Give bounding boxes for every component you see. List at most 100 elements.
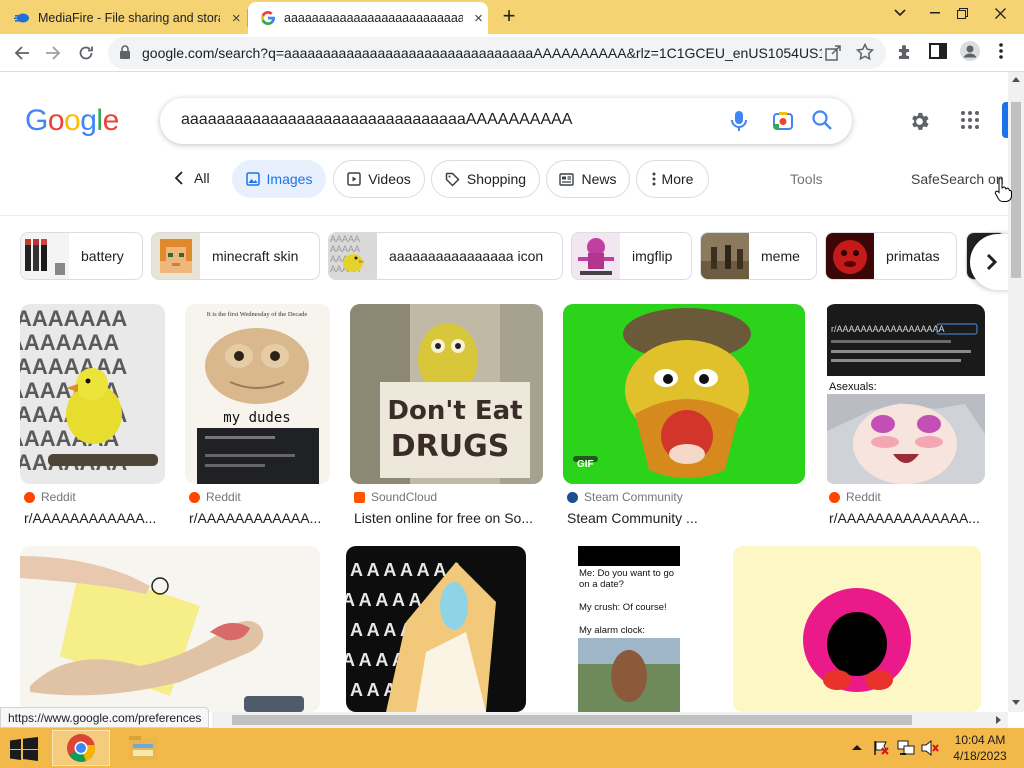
related-chip-imgflip[interactable]: imgflip xyxy=(571,232,692,280)
camera-lens-icon[interactable] xyxy=(771,109,795,133)
related-chip-label: battery xyxy=(81,248,124,264)
tab-all-label: All xyxy=(194,170,210,186)
taskbar-clock[interactable]: 10:04 AM 4/18/2023 xyxy=(948,732,1012,764)
maximize-button[interactable] xyxy=(945,0,979,26)
bookmark-star-icon[interactable] xyxy=(856,43,874,61)
settings-gear-icon[interactable] xyxy=(908,110,931,133)
lock-icon[interactable] xyxy=(119,45,131,60)
menu-kebab-icon[interactable] xyxy=(998,42,1004,60)
tab-google-search[interactable]: aaaaaaaaaaaaaaaaaaaaaaaaaaa × xyxy=(248,2,488,34)
microphone-icon[interactable] xyxy=(728,109,750,133)
related-chip-meme[interactable]: meme xyxy=(700,232,817,280)
action-center-flag-icon[interactable] xyxy=(873,740,889,756)
related-chip-battery[interactable]: battery xyxy=(20,232,143,280)
result-thumbnail-duck[interactable] xyxy=(563,304,805,484)
share-icon[interactable] xyxy=(824,44,842,62)
tools-button[interactable]: Tools xyxy=(790,171,823,187)
related-thumbnail xyxy=(826,233,874,279)
drugs-sign-line1: Don't Eat xyxy=(387,396,522,426)
browser-toolbar: google.com/search?q=aaaaaaaaaaaaaaaaaaaa… xyxy=(0,34,1024,72)
result-thumbnail-wolf[interactable]: A A A A A A AA A A A A A AA A A A A A AA… xyxy=(346,546,526,712)
apps-grid-icon[interactable] xyxy=(960,110,980,130)
header-divider xyxy=(0,215,1008,216)
related-chip-primatas[interactable]: primatas xyxy=(825,232,957,280)
search-input[interactable]: aaaaaaaaaaaaaaaaaaaaaaaaaaaaaaaaAAAAAAAA… xyxy=(181,111,572,129)
result-thumbnail-lizard[interactable] xyxy=(20,546,320,712)
address-bar[interactable]: google.com/search?q=aaaaaaaaaaaaaaaaaaaa… xyxy=(108,37,886,69)
result-thumbnail-canary[interactable]: AAAAAAAAAAAAAAAAAAAAA AAAAAAAAAAAAAAAAAA… xyxy=(20,304,165,484)
result-thumbnail-frog[interactable]: It is the first Wednesday of the Decade … xyxy=(185,304,330,484)
reload-button[interactable] xyxy=(71,38,101,68)
result-source[interactable]: Steam Community xyxy=(567,490,683,504)
clock-date: 4/18/2023 xyxy=(953,749,1007,763)
profile-avatar-icon[interactable] xyxy=(959,40,981,62)
soundcloud-icon xyxy=(354,491,365,503)
tab-shopping[interactable]: Shopping xyxy=(431,160,540,198)
meme-line2: on a date? xyxy=(579,579,624,590)
tab-videos-label: Videos xyxy=(368,171,411,187)
tab-search-button[interactable] xyxy=(883,0,917,26)
tab-videos[interactable]: Videos xyxy=(333,160,425,198)
result-source[interactable]: Reddit xyxy=(24,490,76,504)
chevron-down-icon xyxy=(894,9,906,17)
volume-muted-icon[interactable] xyxy=(921,740,939,756)
scroll-right-icon[interactable] xyxy=(996,716,1002,724)
result-source[interactable]: Reddit xyxy=(189,490,241,504)
forward-button[interactable] xyxy=(38,38,68,68)
tab-images[interactable]: Images xyxy=(232,160,326,198)
close-tab-icon[interactable]: × xyxy=(469,8,488,28)
scroll-down-icon[interactable] xyxy=(1012,700,1020,706)
windows-start-icon[interactable] xyxy=(10,737,38,761)
chrome-icon xyxy=(67,734,96,762)
result-title[interactable]: r/AAAAAAAAAAAA... xyxy=(24,510,165,526)
network-icon[interactable] xyxy=(897,740,915,756)
more-menu[interactable]: More xyxy=(636,160,709,198)
side-panel-icon[interactable] xyxy=(929,42,947,60)
google-logo[interactable]: Google xyxy=(25,104,119,138)
show-hidden-icons-icon[interactable] xyxy=(852,744,862,750)
tab-title: MediaFire - File sharing and stora xyxy=(38,11,221,25)
scroll-up-icon[interactable] xyxy=(1012,76,1020,82)
close-tab-icon[interactable]: × xyxy=(226,8,246,28)
image-icon xyxy=(245,172,260,186)
taskbar-chrome[interactable] xyxy=(52,730,110,766)
result-title[interactable]: r/AAAAAAAAAAAAAA... xyxy=(829,510,985,526)
safesearch-button[interactable]: SafeSearch on xyxy=(911,171,1004,187)
minimize-icon xyxy=(930,12,940,14)
tab-images-label: Images xyxy=(266,171,313,187)
chevron-right-icon xyxy=(986,253,998,271)
search-box[interactable]: aaaaaaaaaaaaaaaaaaaaaaaaaaaaaaaaAAAAAAAA… xyxy=(160,98,852,144)
result-thumbnail-pink-blob[interactable] xyxy=(733,546,981,712)
scrollbar-thumb[interactable] xyxy=(1011,102,1021,278)
tab-news[interactable]: News xyxy=(546,160,630,198)
result-title[interactable]: r/AAAAAAAAAAAA... xyxy=(189,510,330,526)
vertical-scrollbar[interactable] xyxy=(1008,72,1024,712)
restore-icon xyxy=(956,7,968,19)
related-chip-icon[interactable]: AAAAAAAAAAAAAAAAAAAA aaaaaaaaaaaaaaaa ic… xyxy=(328,232,563,280)
result-title[interactable]: Steam Community ... xyxy=(567,510,805,526)
close-window-button[interactable] xyxy=(978,0,1022,26)
related-thumbnail: AAAAAAAAAAAAAAAAAAAA xyxy=(329,233,377,279)
extensions-icon[interactable] xyxy=(896,42,916,62)
related-chip-minecraft-skin[interactable]: minecraft skin xyxy=(151,232,320,280)
result-source[interactable]: SoundCloud xyxy=(354,490,437,504)
taskbar-file-explorer[interactable] xyxy=(114,730,172,766)
related-thumbnail xyxy=(21,233,69,279)
new-tab-button[interactable]: + xyxy=(498,5,520,28)
tab-mediafire[interactable]: MediaFire - File sharing and stora × xyxy=(14,2,246,34)
result-title[interactable]: Listen online for free on So... xyxy=(354,510,543,526)
result-thumbnail-drugs-sign[interactable]: Don't Eat DRUGS xyxy=(350,304,543,484)
result-source[interactable]: Reddit xyxy=(829,490,881,504)
search-icon[interactable] xyxy=(811,109,833,131)
result-thumbnail-anime[interactable]: r/AAAAAAAAAAAAAAAAAA Asexuals: xyxy=(825,304,985,484)
scrollbar-thumb[interactable] xyxy=(232,715,912,725)
result-thumbnail-meme-text[interactable]: Me: Do you want to go on a date? My crus… xyxy=(551,546,707,712)
related-chip-label: meme xyxy=(761,248,800,264)
url-text[interactable]: google.com/search?q=aaaaaaaaaaaaaaaaaaaa… xyxy=(142,45,822,61)
back-button[interactable] xyxy=(7,38,37,68)
svg-text:AAAAA: AAAAA xyxy=(330,244,360,254)
meme-line1: Me: Do you want to go xyxy=(579,568,674,579)
horizontal-scrollbar[interactable] xyxy=(212,712,1008,728)
tab-all[interactable]: All xyxy=(174,170,210,186)
frog-caption-bottom: my dudes xyxy=(223,410,290,426)
